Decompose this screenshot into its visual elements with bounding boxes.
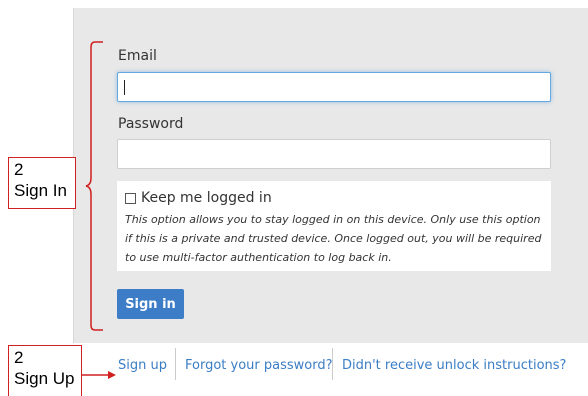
- sign-in-callout: 2 Sign In: [8, 157, 76, 209]
- sign-up-callout-text: Sign Up: [14, 369, 75, 388]
- email-field[interactable]: [117, 72, 551, 102]
- sign-up-callout-number: 2: [14, 348, 24, 367]
- sign-in-callout-number: 2: [14, 160, 24, 179]
- link-divider: [332, 348, 333, 380]
- keep-logged-in-checkbox[interactable]: [125, 192, 136, 204]
- link-divider: [175, 348, 176, 380]
- sign-up-link[interactable]: Sign up: [118, 358, 167, 373]
- keep-logged-in-label: Keep me logged in: [141, 190, 272, 206]
- password-label: Password: [118, 116, 184, 132]
- sign-in-button[interactable]: Sign in: [117, 289, 184, 319]
- text-caret: [124, 80, 125, 95]
- sign-up-arrow-icon: [81, 371, 116, 379]
- sign-up-callout: 2 Sign Up: [8, 345, 82, 396]
- sign-in-bracket-icon: [85, 41, 103, 331]
- sign-in-callout-text: Sign In: [14, 181, 67, 200]
- forgot-password-link[interactable]: Forgot your password?: [185, 358, 333, 373]
- keep-logged-in-box: Keep me logged in This option allows you…: [117, 181, 551, 271]
- keep-logged-in-row[interactable]: Keep me logged in: [125, 190, 272, 206]
- keep-logged-in-notice: This option allows you to stay logged in…: [125, 213, 542, 264]
- unlock-instructions-link[interactable]: Didn't receive unlock instructions?: [342, 358, 566, 373]
- email-label: Email: [118, 48, 157, 64]
- password-field[interactable]: [117, 139, 551, 169]
